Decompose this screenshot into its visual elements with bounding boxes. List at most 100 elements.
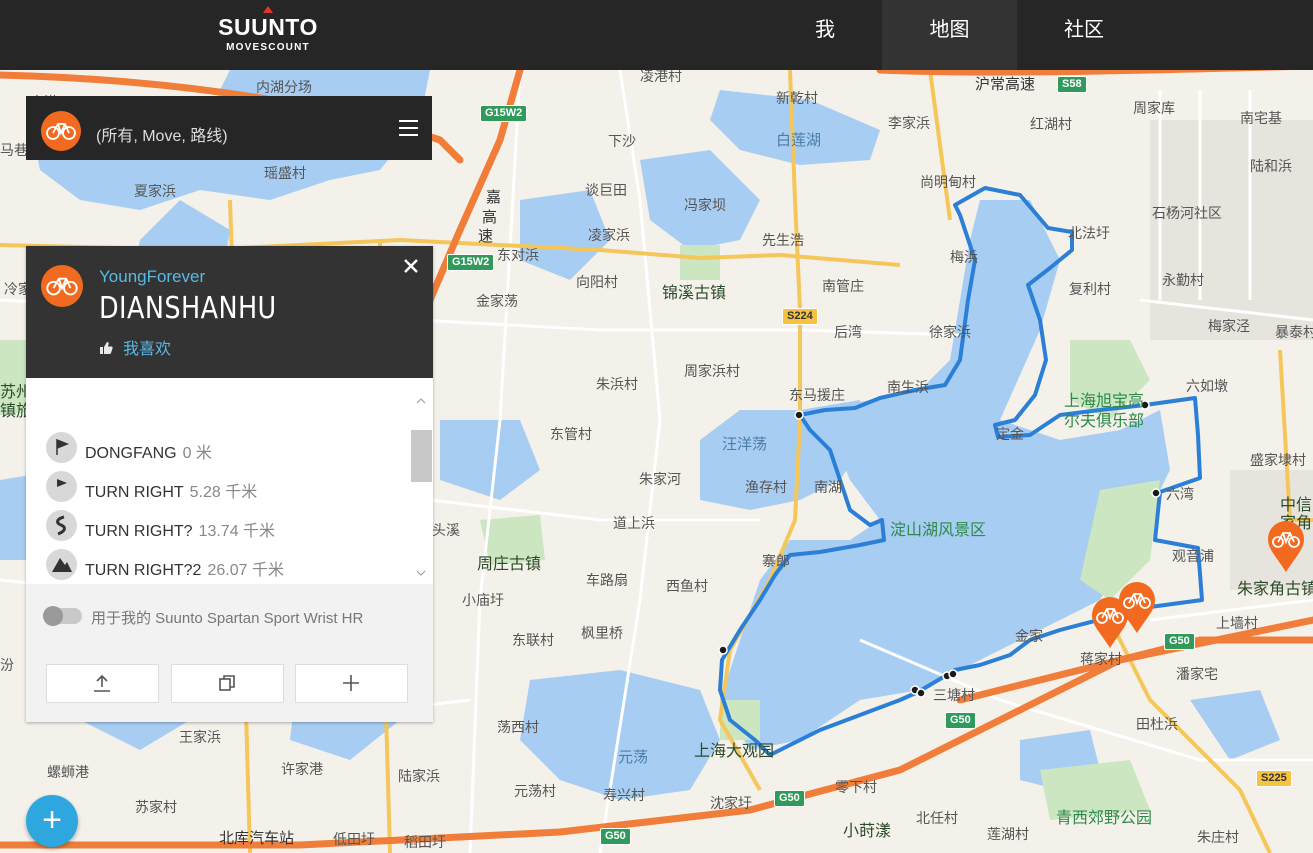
filter-bar[interactable]: (所有, Move, 路线): [26, 96, 432, 160]
map-place-label: 朱家河: [639, 471, 681, 487]
flag-waypoint-icon: [46, 471, 77, 502]
waypoint-list[interactable]: DONGFANG 0 米 TURN RIGHT 5.28 千米 TURN RIGHT…: [26, 378, 433, 584]
map-place-label: 北法圩: [1068, 225, 1110, 241]
nav-map[interactable]: 地图: [882, 0, 1017, 70]
like-button[interactable]: 我喜欢: [99, 335, 171, 359]
map-place-label: 南生浜: [887, 379, 929, 395]
step-distance: 13.74 千米: [198, 523, 276, 540]
step-distance: 0 米: [182, 445, 212, 462]
map-place-label: 渔存村: [745, 479, 787, 495]
map-place-label: 瑶盛村: [264, 165, 306, 181]
scroll-up-icon[interactable]: [416, 396, 426, 406]
map-place-label: 零下村: [835, 779, 877, 795]
road-shield: S225: [1256, 770, 1292, 787]
map-place-label: 小莳漾: [843, 823, 892, 840]
map-place-label: 永勤村: [1162, 272, 1204, 288]
map-place-label: 金家荡: [476, 293, 518, 309]
map-place-label: 寨郎: [762, 553, 790, 569]
mountain-icon: [46, 549, 77, 580]
map-place-label: 朱庄村: [1197, 829, 1239, 845]
logo-brand: SUUNTO: [218, 14, 318, 40]
map-place-label: 石杨河社区: [1152, 205, 1222, 221]
map-place-label: 冯家坝: [684, 197, 726, 213]
map-place-label: 道上浜: [613, 515, 655, 531]
flag-waypoint-icon: [46, 432, 77, 463]
step-name: TURN RIGHT: [85, 484, 184, 501]
map-place-label: 汾: [0, 657, 14, 673]
map-place-label: 东联村: [512, 632, 554, 648]
map-place-label: 沪常高速: [975, 76, 1036, 93]
route-pin-bike-icon[interactable]: [1267, 521, 1305, 573]
map-place-label: 淀山湖风景区: [890, 522, 987, 539]
suunto-logo[interactable]: SUUNTO MOVESCOUNT: [214, 6, 322, 53]
map-place-label: 复利村: [1069, 281, 1111, 297]
hamburger-menu-icon[interactable]: [399, 120, 418, 136]
map-place-label: 元荡: [618, 749, 649, 766]
map-place-label: 田杜浜: [1136, 716, 1178, 732]
map-place-label: 头溪: [432, 522, 460, 538]
map-place-label: 荡西村: [497, 719, 539, 735]
map-place-label: 新乾村: [776, 90, 818, 106]
map-place-label: 元荡村: [514, 783, 556, 799]
copy-route-button[interactable]: [171, 664, 284, 703]
map-place-label: 南管庄: [822, 278, 864, 294]
export-button[interactable]: [46, 664, 159, 703]
logo-subtitle: MOVESCOUNT: [226, 42, 310, 53]
map-place-label: 沈家圩: [710, 795, 752, 811]
create-fab-button[interactable]: +: [26, 795, 78, 847]
map-place-label: 西鱼村: [666, 578, 708, 594]
like-label: 我喜欢: [123, 341, 172, 358]
copy-icon: [219, 675, 235, 691]
plus-icon: +: [42, 801, 62, 839]
map-place-label: 苏家村: [135, 799, 177, 815]
map-place-label: 周家库: [1133, 100, 1175, 116]
map-place-label: 汪洋荡: [722, 436, 768, 453]
map-place-label: 周庄古镇: [477, 556, 542, 573]
map-place-label: 青西郊野公园: [1056, 810, 1153, 827]
scroll-down-icon[interactable]: [416, 568, 426, 578]
top-navigation-bar: SUUNTO MOVESCOUNT 我 地图 社区: [0, 0, 1313, 70]
map-place-label: 南湖: [814, 479, 842, 495]
map-place-label: 定金: [996, 426, 1024, 442]
map-place-label: 螺蛳港: [47, 764, 89, 780]
device-sync-toggle[interactable]: [43, 606, 82, 626]
road-shield: G50: [1164, 633, 1195, 650]
map-place-label: 潘家宅: [1176, 666, 1218, 682]
map-place-label: 徐家浜: [929, 324, 971, 340]
map-place-label: 蒋家村: [1080, 651, 1122, 667]
list-scrollbar[interactable]: [411, 392, 433, 580]
map-place-label: 白莲湖: [776, 132, 822, 149]
map-place-label: 低田圩: [333, 831, 375, 847]
map-place-label: 夏家浜: [134, 183, 176, 199]
route-title: DIANSHANHU: [99, 291, 277, 326]
add-icon: [343, 675, 359, 691]
map-place-label: 朱家角古镇: [1237, 581, 1313, 598]
map-place-label: 北任村: [916, 810, 958, 826]
map-place-label: 陆家浜: [398, 768, 440, 784]
map-place-label: 莲湖村: [987, 826, 1029, 842]
map-place-label: 周家浜村: [684, 363, 740, 379]
step-name: TURN RIGHT?2: [85, 562, 202, 579]
nav-me[interactable]: 我: [790, 0, 860, 70]
map-place-label: 先生浩: [762, 232, 804, 248]
map-place-label: 寿兴村: [603, 787, 645, 803]
route-pin-bike-icon[interactable]: [1118, 582, 1156, 634]
map-place-label: 尔夫俱乐部: [1064, 413, 1145, 430]
map-place-label: 三塘村: [933, 687, 975, 703]
road-shield: G15W2: [480, 105, 528, 122]
close-icon[interactable]: [401, 256, 421, 276]
road-shield: S58: [1057, 76, 1087, 93]
road-shield: G15W2: [447, 254, 495, 271]
map-place-label: 东马援庄: [789, 387, 845, 403]
route-author-link[interactable]: YoungForever: [99, 267, 205, 287]
route-detail-panel: YoungForever DIANSHANHU 我喜欢 DONGFANG 0 米 …: [26, 246, 433, 722]
map-place-label: 后湾: [834, 324, 862, 340]
map-place-label: 李家浜: [888, 115, 930, 131]
scrollbar-thumb[interactable]: [411, 430, 432, 482]
bike-icon: [41, 111, 81, 151]
map-place-label: 小庙圩: [462, 592, 504, 608]
upload-icon: [94, 674, 110, 692]
nav-community[interactable]: 社区: [1030, 0, 1138, 70]
add-route-button[interactable]: [295, 664, 408, 703]
road-shield: S224: [782, 308, 818, 325]
